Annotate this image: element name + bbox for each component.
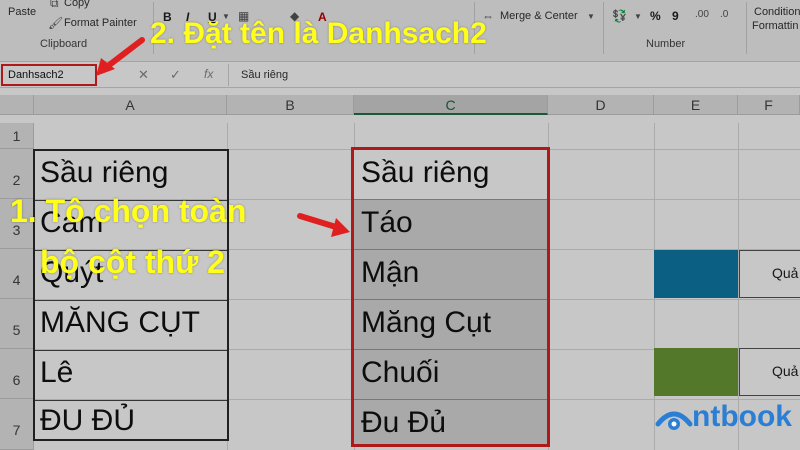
annotation-step2: 2. Đặt tên là Danhsach2 xyxy=(150,17,487,50)
annotation-step1-line2: bộ cột thứ 2 xyxy=(40,244,225,280)
logo-mark-icon xyxy=(655,411,693,430)
logo-text: ntbook xyxy=(692,400,792,433)
brand-logo: ntbook xyxy=(650,396,800,446)
annotation-step1-line1: 1. Tô chọn toàn xyxy=(10,193,247,229)
